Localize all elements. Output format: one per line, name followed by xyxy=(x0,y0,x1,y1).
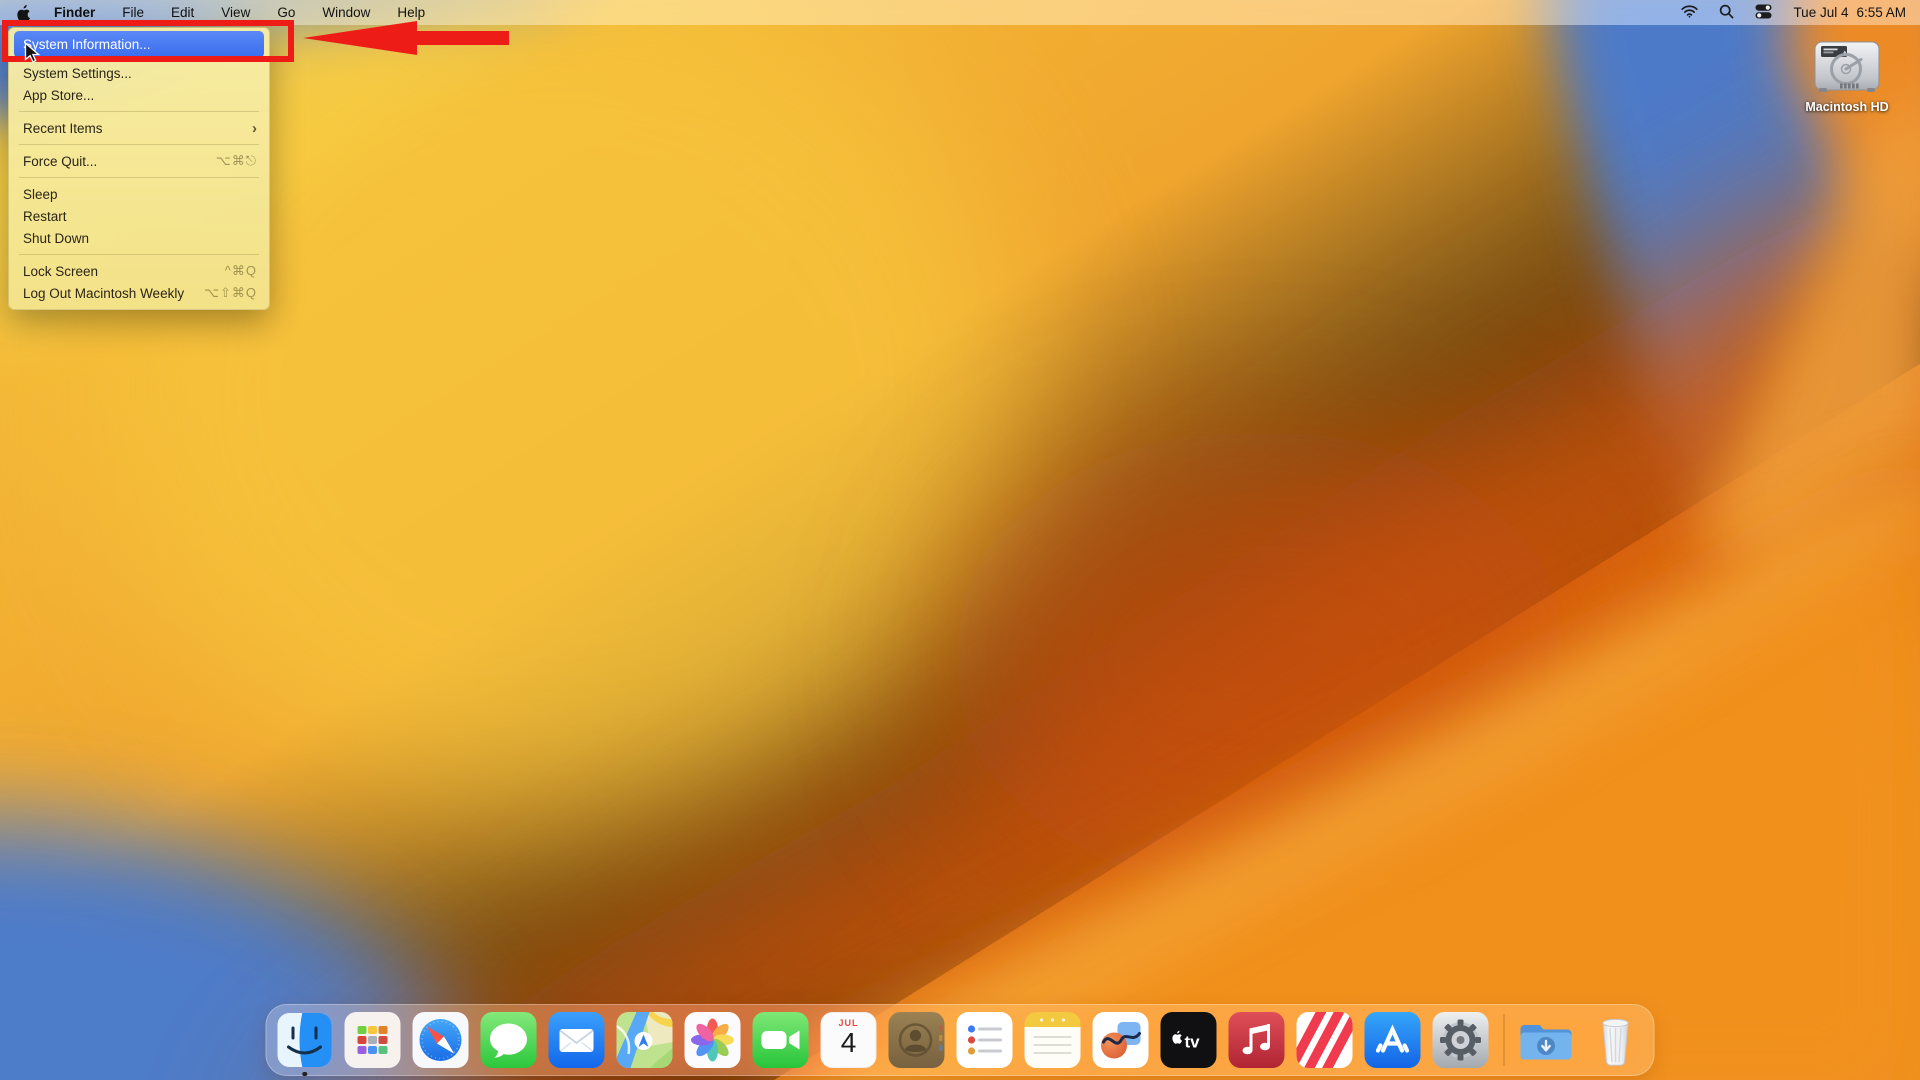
menubar-menu-window[interactable]: Window xyxy=(322,5,370,20)
menu-item-label: Lock Screen xyxy=(23,263,99,279)
apple-menu-dropdown: System Information... System Settings...… xyxy=(8,27,270,310)
menu-item-recent-items[interactable]: Recent Items › xyxy=(9,117,269,139)
menu-item-label: Shut Down xyxy=(23,230,90,246)
dock-icon-finder[interactable] xyxy=(277,1012,333,1076)
menu-item-label: Log Out Macintosh Weekly xyxy=(23,285,185,301)
menu-item-label: Restart xyxy=(23,208,67,224)
menu-separator xyxy=(19,111,259,112)
dock-icon-messages[interactable] xyxy=(480,1012,537,1068)
menu-bar-left: Finder File Edit View Go Window Help xyxy=(0,4,425,22)
desktop-icon-macintosh-hd[interactable]: Macintosh HD xyxy=(1792,36,1902,114)
menu-item-label: Force Quit... xyxy=(23,153,98,169)
dock-icon-safari[interactable] xyxy=(412,1012,469,1068)
menu-item-shut-down[interactable]: Shut Down xyxy=(9,227,269,249)
menu-item-label: Sleep xyxy=(23,186,58,202)
menu-item-app-store[interactable]: App Store... xyxy=(9,84,269,106)
menu-item-system-information[interactable]: System Information... xyxy=(14,31,264,58)
hard-drive-icon xyxy=(1814,41,1880,92)
dock-divider xyxy=(1503,1014,1505,1066)
dock-icon-facetime[interactable] xyxy=(752,1012,809,1068)
menu-item-force-quit[interactable]: Force Quit... ⌥⌘⎋ xyxy=(9,150,269,172)
menu-separator xyxy=(19,254,259,255)
menubar-menu-go[interactable]: Go xyxy=(277,5,295,20)
menu-separator xyxy=(19,144,259,145)
dock-icon-calendar[interactable]: JUL 4 xyxy=(820,1012,877,1068)
menu-item-label: System Information... xyxy=(23,37,151,52)
menubar-clock[interactable]: Tue Jul 4 6:55 AM xyxy=(1793,5,1906,20)
dock-icon-music[interactable] xyxy=(1228,1012,1285,1068)
dock-icon-maps[interactable] xyxy=(616,1012,673,1068)
menubar-menu-help[interactable]: Help xyxy=(397,5,425,20)
shortcut-label: ^⌘Q xyxy=(224,263,257,278)
dock-icon-tv[interactable]: tv xyxy=(1160,1012,1217,1068)
desktop-wallpaper xyxy=(0,0,1920,1080)
dock: JUL 4 tv xyxy=(265,1004,1655,1076)
menu-item-label: Recent Items xyxy=(23,120,103,136)
clock-time: 6:55 AM xyxy=(1856,5,1906,20)
menu-bar-status: Tue Jul 4 6:55 AM xyxy=(1681,4,1920,22)
menu-separator xyxy=(19,177,259,178)
menu-item-system-settings[interactable]: System Settings... xyxy=(9,62,269,84)
menu-bar: Finder File Edit View Go Window Help Tue… xyxy=(0,0,1920,25)
dock-icon-downloads[interactable] xyxy=(1520,1012,1576,1068)
menu-item-label: App Store... xyxy=(23,87,95,103)
menu-item-sleep[interactable]: Sleep xyxy=(9,183,269,205)
dock-icon-notes[interactable] xyxy=(1024,1012,1081,1068)
desktop-icon-label: Macintosh HD xyxy=(1805,100,1889,114)
apple-menu-button[interactable] xyxy=(16,4,31,22)
menu-item-label: System Settings... xyxy=(23,65,132,81)
dock-icon-system-settings[interactable] xyxy=(1432,1012,1489,1068)
menubar-menu-file[interactable]: File xyxy=(122,5,144,20)
tv-label: tv xyxy=(1185,1033,1201,1052)
control-center-icon[interactable] xyxy=(1755,4,1772,22)
dock-icon-app-store[interactable] xyxy=(1364,1012,1421,1068)
shortcut-label: ⌥⇧⌘Q xyxy=(204,285,257,300)
dock-icon-news[interactable] xyxy=(1296,1012,1353,1068)
running-indicator-dot xyxy=(302,1071,307,1076)
dock-icon-reminders[interactable] xyxy=(956,1012,1013,1068)
dock-icon-freeform[interactable] xyxy=(1092,1012,1149,1068)
dock-icon-contacts[interactable] xyxy=(888,1012,945,1068)
submenu-chevron-icon: › xyxy=(252,119,257,137)
dock-icon-photos[interactable] xyxy=(684,1012,741,1068)
wifi-icon[interactable] xyxy=(1681,4,1699,21)
dock-icon-launchpad[interactable] xyxy=(344,1012,401,1068)
clock-date: Tue Jul 4 xyxy=(1793,5,1849,20)
menubar-menu-finder[interactable]: Finder xyxy=(54,5,95,20)
dock-icon-trash[interactable] xyxy=(1588,1012,1644,1068)
menubar-menu-view[interactable]: View xyxy=(221,5,250,20)
search-icon[interactable] xyxy=(1719,4,1734,22)
menu-item-restart[interactable]: Restart xyxy=(9,205,269,227)
shortcut-label: ⌥⌘⎋ xyxy=(215,153,257,168)
menubar-menu-edit[interactable]: Edit xyxy=(171,5,194,20)
apple-logo-icon xyxy=(17,4,31,22)
dock-icon-mail[interactable] xyxy=(548,1012,605,1068)
menu-item-lock-screen[interactable]: Lock Screen ^⌘Q xyxy=(9,260,269,282)
menu-item-log-out[interactable]: Log Out Macintosh Weekly ⌥⇧⌘Q xyxy=(9,282,269,304)
calendar-day-label: 4 xyxy=(840,1027,857,1058)
